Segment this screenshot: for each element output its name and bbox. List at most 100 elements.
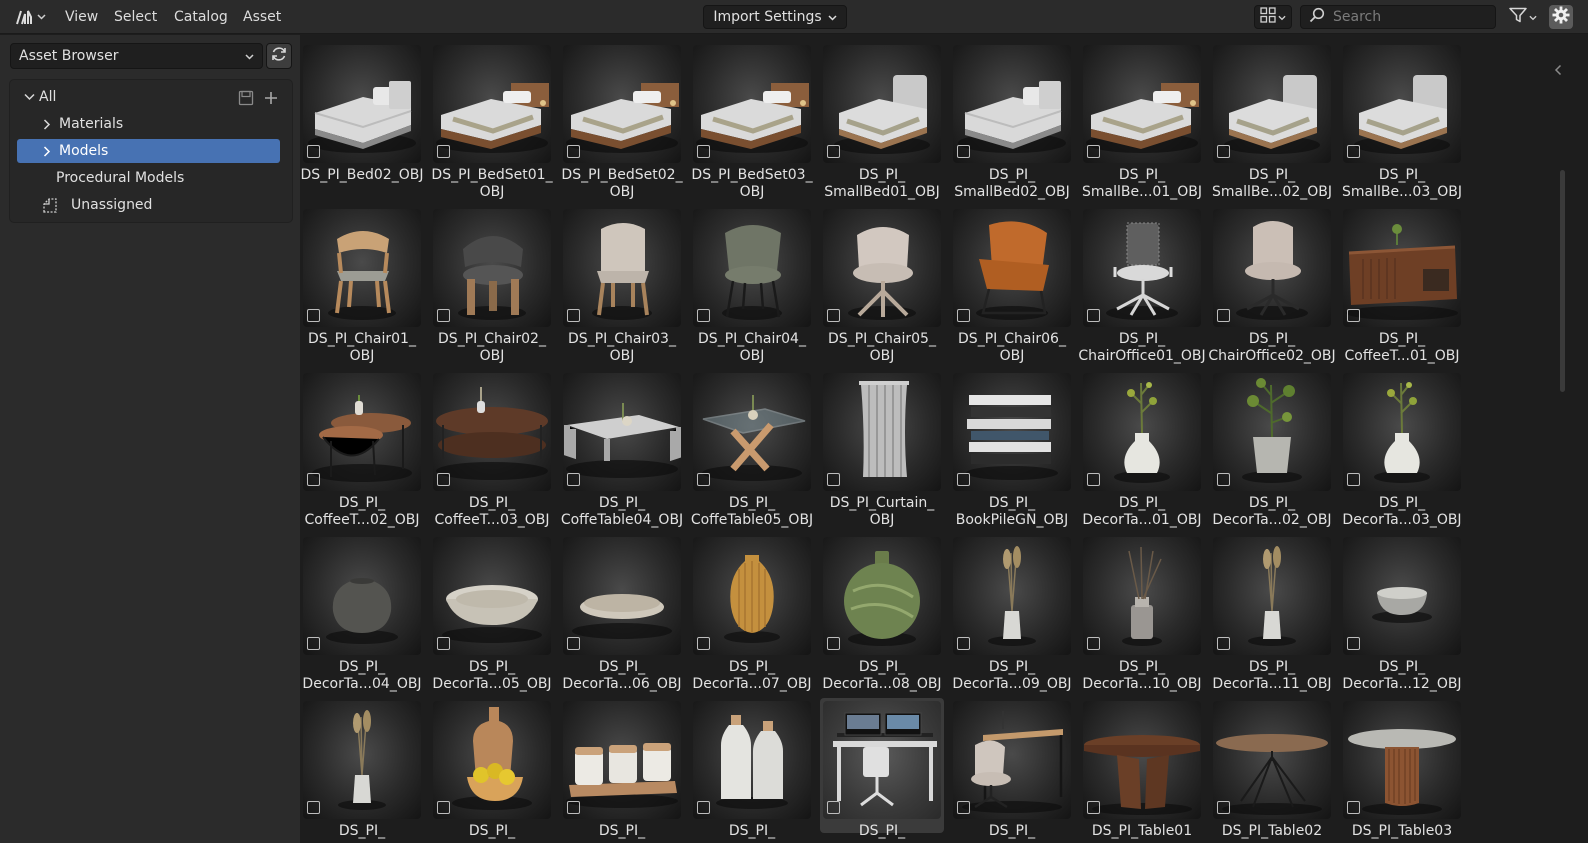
asset-tile[interactable]: DS_PI_Bed02_OBJ	[300, 45, 430, 209]
catalog-item-unassigned[interactable]: Unassigned	[17, 193, 280, 217]
asset-checkbox[interactable]	[957, 473, 970, 486]
add-catalog-icon[interactable]	[264, 91, 278, 109]
asset-checkbox[interactable]	[307, 473, 320, 486]
asset-tile[interactable]: DS_PI_ DecorTa...05_OBJ	[430, 537, 560, 701]
asset-checkbox[interactable]	[957, 637, 970, 650]
asset-tile[interactable]: DS_PI_	[560, 701, 690, 843]
import-settings-dropdown[interactable]: Import Settings	[703, 5, 847, 29]
asset-tile[interactable]: DS_PI_ ChairOffice01_OBJ	[1078, 209, 1210, 373]
asset-tile[interactable]: DS_PI_ SmallBe...03_OBJ	[1340, 45, 1470, 209]
asset-checkbox[interactable]	[697, 145, 710, 158]
asset-tile[interactable]: DS_PI_ CoffeeT...01_OBJ	[1340, 209, 1470, 373]
asset-checkbox[interactable]	[957, 801, 970, 814]
chevron-down-icon[interactable]	[21, 93, 37, 101]
asset-tile[interactable]: DS_PI_ DecorTa...01_OBJ	[1080, 373, 1210, 537]
asset-checkbox[interactable]	[827, 309, 840, 322]
asset-tile[interactable]: DS_PI_Table01	[1080, 701, 1210, 843]
asset-tile[interactable]: DS_PI_BedSet01_ OBJ	[430, 45, 560, 209]
asset-checkbox[interactable]	[827, 801, 840, 814]
asset-tile[interactable]: DS_PI_ ChairOffice02_OBJ	[1208, 209, 1340, 373]
asset-checkbox[interactable]	[1087, 801, 1100, 814]
asset-tile[interactable]: DS_PI_ DecorTa...02_OBJ	[1210, 373, 1340, 537]
asset-checkbox[interactable]	[1087, 473, 1100, 486]
asset-checkbox[interactable]	[1217, 801, 1230, 814]
asset-checkbox[interactable]	[1217, 309, 1230, 322]
editor-type-button[interactable]	[12, 5, 48, 29]
asset-checkbox[interactable]	[567, 145, 580, 158]
asset-checkbox[interactable]	[567, 309, 580, 322]
asset-checkbox[interactable]	[697, 637, 710, 650]
asset-tile[interactable]: DS_PI_BedSet03_ OBJ	[690, 45, 820, 209]
asset-checkbox[interactable]	[957, 145, 970, 158]
asset-checkbox[interactable]	[437, 473, 450, 486]
refresh-library-button[interactable]	[266, 43, 292, 69]
asset-checkbox[interactable]	[1087, 145, 1100, 158]
asset-checkbox[interactable]	[307, 145, 320, 158]
asset-tile[interactable]: DS_PI_Chair05_ OBJ	[820, 209, 950, 373]
asset-checkbox[interactable]	[1087, 309, 1100, 322]
asset-library-select[interactable]: Asset Browser	[10, 43, 263, 69]
asset-tile[interactable]: DS_PI_Table02	[1210, 701, 1340, 843]
asset-tile[interactable]: DS_PI_Chair02_ OBJ	[430, 209, 560, 373]
asset-tile[interactable]: DS_PI_Chair06_ OBJ	[950, 209, 1080, 373]
asset-checkbox[interactable]	[1347, 473, 1360, 486]
chevron-right-icon[interactable]	[39, 118, 55, 130]
asset-checkbox[interactable]	[307, 637, 320, 650]
asset-tile[interactable]: DS_PI_Chair01_ OBJ	[300, 209, 430, 373]
asset-tile[interactable]: DS_PI_ DecorTa...12_OBJ	[1340, 537, 1470, 701]
asset-tile[interactable]: DS_PI_ CoffeTable05_OBJ	[690, 373, 820, 537]
asset-checkbox[interactable]	[307, 309, 320, 322]
asset-checkbox[interactable]	[1347, 637, 1360, 650]
sidebar-toggle-arrow[interactable]	[1552, 62, 1564, 78]
asset-tile[interactable]: DS_PI_	[950, 701, 1080, 843]
asset-checkbox[interactable]	[1347, 801, 1360, 814]
asset-tile[interactable]: DS_PI_	[690, 701, 820, 843]
asset-tile[interactable]: DS_PI_Curtain_ OBJ	[820, 373, 950, 537]
asset-tile[interactable]: DS_PI_ DecorTa...07_OBJ	[690, 537, 820, 701]
menu-catalog[interactable]: Catalog	[172, 0, 230, 34]
asset-checkbox[interactable]	[1347, 145, 1360, 158]
asset-tile[interactable]: DS_PI_ DecorTa...04_OBJ	[300, 537, 430, 701]
asset-checkbox[interactable]	[567, 637, 580, 650]
asset-tile[interactable]: DS_PI_ SmallBe...01_OBJ	[1080, 45, 1210, 209]
asset-checkbox[interactable]	[437, 801, 450, 814]
menu-view[interactable]: View	[63, 0, 100, 34]
settings-toggle-button[interactable]	[1549, 5, 1573, 29]
asset-checkbox[interactable]	[957, 309, 970, 322]
asset-tile[interactable]: DS_PI_ DecorTa...03_OBJ	[1340, 373, 1470, 537]
menu-asset[interactable]: Asset	[241, 0, 283, 34]
chevron-right-icon[interactable]	[39, 145, 55, 157]
asset-tile[interactable]: DS_PI_ DecorTa...10_OBJ	[1080, 537, 1210, 701]
search-input[interactable]	[1333, 9, 1493, 25]
asset-checkbox[interactable]	[1217, 145, 1230, 158]
asset-tile[interactable]: DS_PI_	[820, 698, 950, 843]
asset-tile[interactable]: DS_PI_	[300, 701, 430, 843]
asset-tile[interactable]: DS_PI_ DecorTa...08_OBJ	[820, 537, 950, 701]
asset-tile[interactable]: DS_PI_Chair03_ OBJ	[560, 209, 690, 373]
grid-scrollbar[interactable]	[1560, 170, 1565, 392]
asset-checkbox[interactable]	[697, 473, 710, 486]
asset-checkbox[interactable]	[307, 801, 320, 814]
asset-tile[interactable]: DS_PI_ SmallBed02_OBJ	[950, 45, 1080, 209]
asset-checkbox[interactable]	[697, 801, 710, 814]
asset-checkbox[interactable]	[827, 145, 840, 158]
search-field[interactable]	[1300, 5, 1496, 29]
asset-checkbox[interactable]	[437, 145, 450, 158]
save-catalogs-icon[interactable]	[238, 90, 254, 110]
asset-tile[interactable]: DS_PI_ DecorTa...06_OBJ	[560, 537, 690, 701]
menu-select[interactable]: Select	[112, 0, 159, 34]
catalog-item-models[interactable]: Models	[17, 139, 280, 163]
asset-checkbox[interactable]	[827, 637, 840, 650]
display-mode-dropdown[interactable]	[1254, 5, 1292, 29]
asset-tile[interactable]: DS_PI_ CoffeTable04_OBJ	[560, 373, 690, 537]
asset-tile[interactable]: DS_PI_Table03	[1340, 701, 1470, 843]
filter-dropdown[interactable]	[1503, 5, 1543, 29]
catalog-item-procedural-models[interactable]: Procedural Models	[17, 166, 280, 190]
asset-checkbox[interactable]	[1087, 637, 1100, 650]
asset-checkbox[interactable]	[437, 309, 450, 322]
asset-tile[interactable]: DS_PI_ BookPileGN_OBJ	[950, 373, 1080, 537]
asset-tile[interactable]: DS_PI_Chair04_ OBJ	[690, 209, 820, 373]
asset-checkbox[interactable]	[1217, 637, 1230, 650]
asset-tile[interactable]: DS_PI_ CoffeeT...03_OBJ	[430, 373, 560, 537]
asset-checkbox[interactable]	[697, 309, 710, 322]
